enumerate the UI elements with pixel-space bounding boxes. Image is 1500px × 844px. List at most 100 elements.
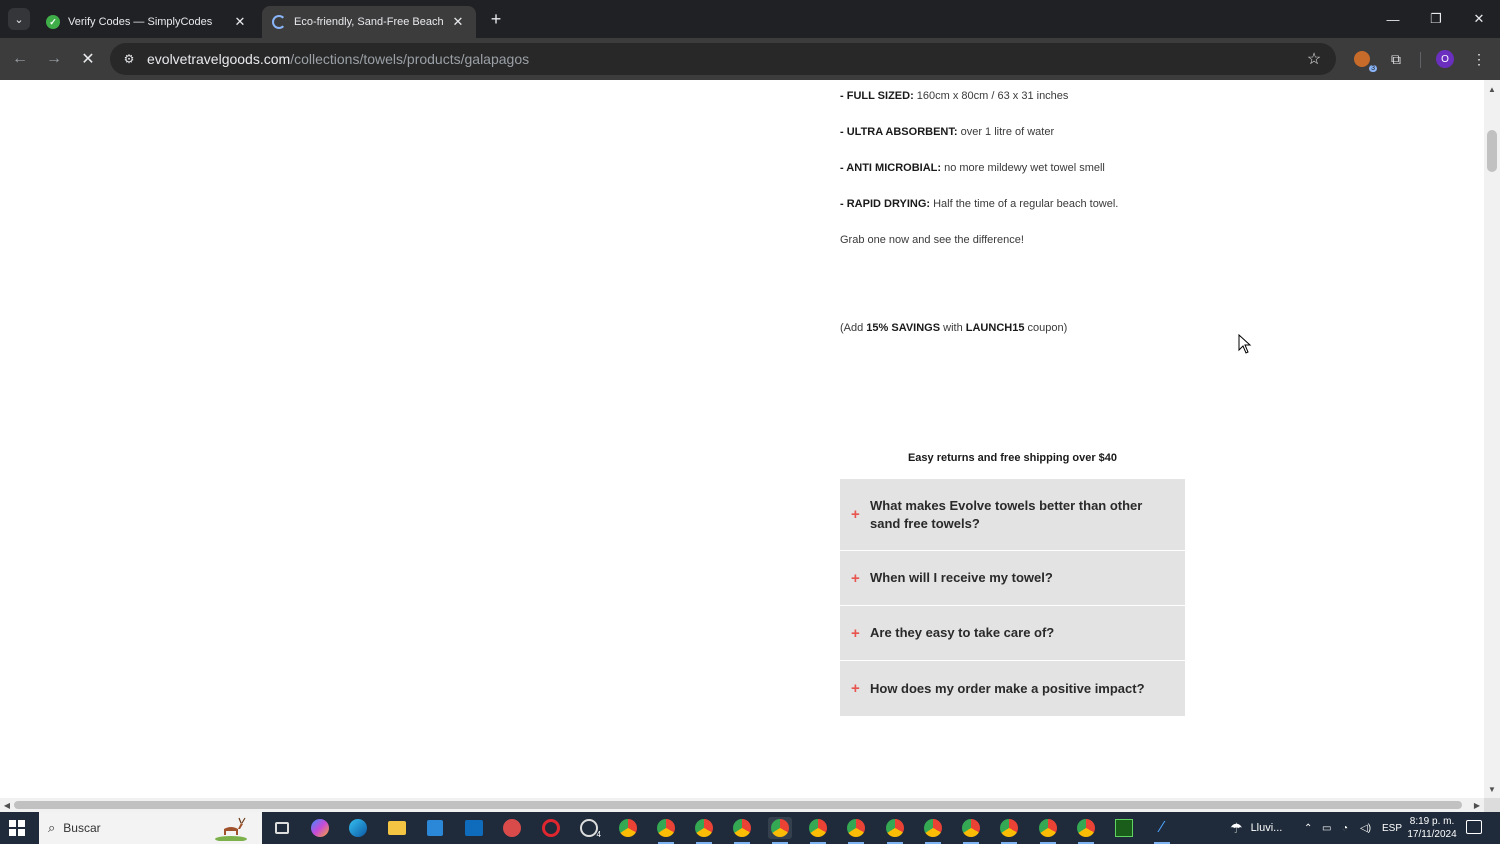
faq-item[interactable]: + Are they easy to take care of? xyxy=(840,606,1185,661)
extension-icon[interactable]: 3 xyxy=(1351,48,1377,72)
profile-avatar[interactable]: O xyxy=(1434,48,1456,70)
chrome-profile-icon[interactable] xyxy=(768,817,792,844)
weather-widget[interactable]: ☂ Lluvi... xyxy=(1230,812,1282,844)
copilot-icon[interactable] xyxy=(308,817,332,839)
minimize-button[interactable]: — xyxy=(1378,6,1408,32)
taskbar-clock[interactable]: 8:19 p. m. 17/11/2024 xyxy=(1404,815,1460,841)
chrome-profile-icon[interactable] xyxy=(883,817,907,844)
chrome-icon[interactable] xyxy=(616,817,640,839)
feature-full-sized: - FULL SIZED: 160cm x 80cm / 63 x 31 inc… xyxy=(840,90,1069,102)
close-icon: ✕ xyxy=(81,51,95,68)
chrome-profile-icon[interactable] xyxy=(806,817,830,844)
horizontal-scrollbar[interactable]: ◀ ▶ xyxy=(0,798,1484,812)
site-settings-icon[interactable]: ⚙ xyxy=(120,50,138,68)
chrome-profile-icon[interactable] xyxy=(692,817,716,844)
scroll-right-icon[interactable]: ▶ xyxy=(1472,800,1482,810)
search-placeholder: Buscar xyxy=(63,821,101,835)
plus-icon: + xyxy=(851,624,860,642)
whatsapp-icon[interactable]: 4 xyxy=(577,817,601,839)
windows-taskbar: ⌕ Buscar 4 ⁄ ☂ Lluvi... ⌃ ▭ ◔ ◁) ESP 8:1… xyxy=(0,812,1500,844)
tray-chevron-icon[interactable]: ⌃ xyxy=(1304,812,1312,844)
page-content: - FULL SIZED: 160cm x 80cm / 63 x 31 inc… xyxy=(0,80,1500,812)
windows-start-icon[interactable] xyxy=(9,820,25,836)
chrome-profile-icon[interactable] xyxy=(1036,817,1060,844)
tab-search-button[interactable]: ⌄ xyxy=(8,8,30,30)
faq-question: Are they easy to take care of? xyxy=(870,625,1055,640)
forward-button[interactable]: → xyxy=(42,47,66,71)
feature-anti-microbial: - ANTI MICROBIAL: no more mildewy wet to… xyxy=(840,162,1105,174)
chrome-profile-icon[interactable] xyxy=(1074,817,1098,844)
faq-question: How does my order make a positive impact… xyxy=(870,680,1145,696)
wifi-icon[interactable]: ◔ xyxy=(1342,812,1348,844)
bookmark-star-icon[interactable]: ☆ xyxy=(1304,49,1324,69)
tab-title: Verify Codes — SimplyCodes xyxy=(68,16,213,28)
close-icon[interactable]: ✕ xyxy=(450,14,466,30)
battery-icon[interactable]: ▭ xyxy=(1322,812,1331,844)
faq-item[interactable]: + What makes Evolve towels better than o… xyxy=(840,479,1185,551)
faq-accordion: + What makes Evolve towels better than o… xyxy=(840,479,1185,716)
mouse-cursor-icon xyxy=(1238,334,1252,354)
language-indicator[interactable]: ESP xyxy=(1382,812,1402,844)
kebab-menu-icon[interactable]: ⋮ xyxy=(1468,48,1490,70)
tab-evolve[interactable]: Eco-friendly, Sand-Free Beach and Tr ✕ xyxy=(262,6,476,38)
chevron-down-icon: ⌄ xyxy=(14,13,24,26)
rain-cloud-icon: ☂ xyxy=(1230,819,1243,836)
faq-question: What makes Evolve towels better than oth… xyxy=(870,497,1143,531)
stop-loading-button[interactable]: ✕ xyxy=(76,47,100,71)
url-text[interactable]: evolvetravelgoods.com/collections/towels… xyxy=(147,51,529,67)
chrome-profile-icon[interactable] xyxy=(844,817,868,844)
scroll-up-icon[interactable]: ▲ xyxy=(1487,84,1497,94)
loading-spinner-icon xyxy=(272,15,286,29)
chrome-profile-icon[interactable] xyxy=(921,817,945,844)
volume-icon[interactable]: ◁) xyxy=(1360,812,1371,844)
back-button[interactable]: ← xyxy=(8,47,32,71)
chrome-profile-icon[interactable] xyxy=(959,817,983,844)
plus-icon: + xyxy=(490,8,502,29)
cta-text: Grab one now and see the difference! xyxy=(840,234,1024,246)
chrome-profile-icon[interactable] xyxy=(730,817,754,844)
tab-simplycodes[interactable]: ✓ Verify Codes — SimplyCodes ✕ xyxy=(36,6,258,38)
plus-icon: + xyxy=(851,506,860,523)
simplycodes-icon: ✓ xyxy=(46,15,60,29)
new-tab-button[interactable]: + xyxy=(486,9,506,29)
plus-icon: + xyxy=(851,680,860,697)
microsoft-store-icon[interactable] xyxy=(423,817,447,839)
pen-app-icon[interactable]: ⁄ xyxy=(1150,817,1174,844)
scroll-down-icon[interactable]: ▼ xyxy=(1487,784,1497,794)
close-icon: ✕ xyxy=(1473,11,1485,26)
scrollbar-corner xyxy=(1484,798,1500,812)
opera-icon[interactable] xyxy=(539,817,563,839)
extension-badge-icon xyxy=(1354,51,1370,67)
task-view-icon[interactable] xyxy=(270,817,294,839)
restore-icon: ❐ xyxy=(1430,11,1442,26)
taskbar-search[interactable]: ⌕ Buscar xyxy=(39,812,262,844)
plus-icon: + xyxy=(851,569,860,587)
arrow-right-icon: → xyxy=(46,50,62,67)
feature-ultra-absorbent: - ULTRA ABSORBENT: over 1 litre of water xyxy=(840,126,1055,138)
chrome-profile-icon[interactable] xyxy=(654,817,678,844)
extensions-puzzle-icon[interactable]: ⧉ xyxy=(1385,48,1407,70)
deer-illustration-icon xyxy=(215,817,247,841)
faq-item[interactable]: + How does my order make a positive impa… xyxy=(840,661,1185,716)
chrome-profile-icon[interactable] xyxy=(997,817,1021,844)
close-icon[interactable]: ✕ xyxy=(232,14,248,30)
vertical-scrollbar[interactable]: ▲ ▼ xyxy=(1484,80,1500,798)
coupon-text: (Add 15% SAVINGS with LAUNCH15 coupon) xyxy=(840,322,1068,334)
scroll-left-icon[interactable]: ◀ xyxy=(2,800,12,810)
scrollbar-thumb[interactable] xyxy=(1487,130,1497,172)
edge-icon[interactable] xyxy=(346,817,370,839)
scrollbar-thumb[interactable] xyxy=(14,801,1462,809)
terminal-app-icon[interactable] xyxy=(1112,817,1136,839)
feature-rapid-drying: - RAPID DRYING: Half the time of a regul… xyxy=(840,198,1119,210)
outlook-icon[interactable] xyxy=(462,817,486,839)
app-icon[interactable] xyxy=(500,817,524,839)
address-bar[interactable]: ⚙ evolvetravelgoods.com/collections/towe… xyxy=(110,43,1336,75)
restore-button[interactable]: ❐ xyxy=(1421,6,1451,32)
search-icon: ⌕ xyxy=(48,820,56,835)
notification-icon[interactable] xyxy=(1466,820,1482,834)
faq-question: When will I receive my towel? xyxy=(870,570,1053,585)
close-window-button[interactable]: ✕ xyxy=(1464,6,1494,32)
tab-strip: ⌄ ✓ Verify Codes — SimplyCodes ✕ Eco-fri… xyxy=(0,0,1500,38)
faq-item[interactable]: + When will I receive my towel? xyxy=(840,551,1185,606)
file-explorer-icon[interactable] xyxy=(385,817,409,839)
